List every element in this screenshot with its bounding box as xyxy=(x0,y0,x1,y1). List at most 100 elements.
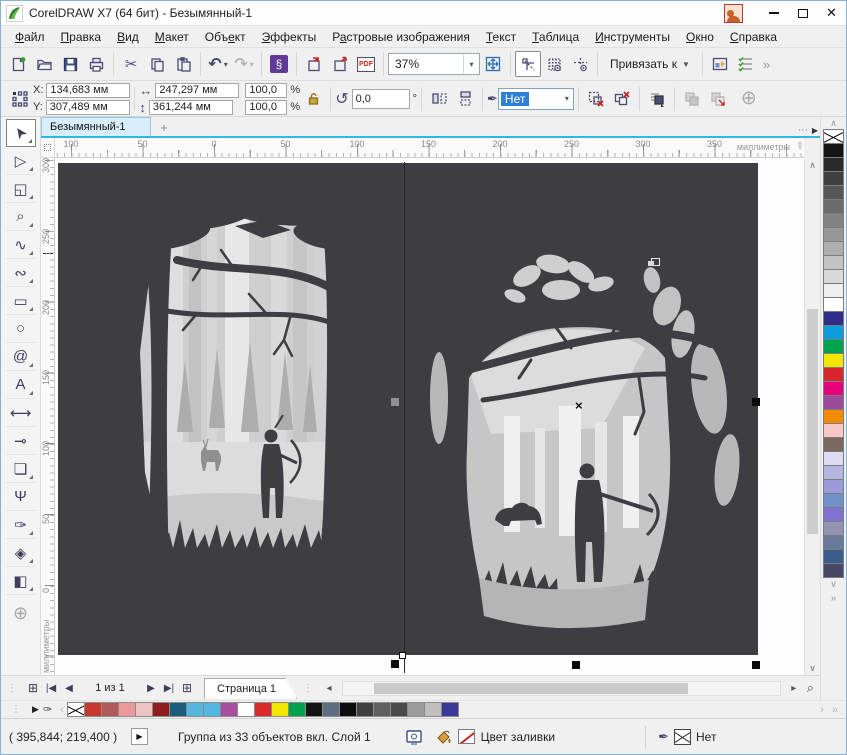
palette-color-swatch[interactable] xyxy=(823,437,844,452)
settings-list-icon[interactable] xyxy=(733,51,759,77)
fit-page-icon[interactable] xyxy=(480,51,506,77)
next-page-icon[interactable]: ▶ xyxy=(142,679,160,697)
smartfill-tool[interactable]: ◧ xyxy=(5,567,36,595)
transparency-tool[interactable]: Ψ xyxy=(5,483,36,511)
ungroup-all-icon[interactable] xyxy=(609,86,635,112)
tab-scroll-icon[interactable]: ▶ xyxy=(812,126,818,135)
vertical-scrollbar[interactable]: ∧ ∨ xyxy=(804,158,820,675)
app-launcher-icon[interactable]: § xyxy=(266,51,292,77)
polygon-tool[interactable]: @ xyxy=(5,343,36,371)
fill-tool[interactable]: ◈ xyxy=(5,539,36,567)
print-icon[interactable] xyxy=(83,51,109,77)
menu-item[interactable]: Объект xyxy=(197,28,254,46)
hscroll-right-icon[interactable]: ▸ xyxy=(785,679,803,697)
palette-color-swatch[interactable] xyxy=(823,311,844,326)
document-color-swatch[interactable] xyxy=(287,702,306,717)
paste-icon[interactable] xyxy=(170,51,196,77)
object-height-field[interactable]: 361,244 мм xyxy=(148,99,233,115)
options-icon[interactable] xyxy=(707,51,733,77)
outline-width-combobox[interactable]: Нет ▾ xyxy=(497,87,574,110)
maximize-button[interactable] xyxy=(788,1,817,25)
drawing-canvas[interactable]: × xyxy=(55,158,804,675)
zoom-tool[interactable]: ⌕ xyxy=(5,203,36,231)
document-color-swatch[interactable] xyxy=(406,702,425,717)
forest-artwork-left[interactable] xyxy=(85,170,401,640)
palette-color-swatch[interactable] xyxy=(823,423,844,438)
palette-color-swatch[interactable] xyxy=(823,479,844,494)
palette-color-swatch[interactable] xyxy=(823,325,844,340)
order-icon[interactable] xyxy=(644,86,670,112)
selection-handle-mid-right[interactable] xyxy=(752,398,760,406)
guideline-handle[interactable] xyxy=(399,652,406,659)
document-color-swatch[interactable] xyxy=(134,702,153,717)
document-color-swatch[interactable] xyxy=(168,702,187,717)
scale-y-field[interactable]: 100,0 xyxy=(245,99,288,115)
last-page-icon[interactable]: ▶| xyxy=(160,679,178,697)
document-color-swatch[interactable] xyxy=(202,702,221,717)
palette-color-swatch[interactable] xyxy=(823,563,844,578)
tab-overflow-icon[interactable]: ⋯ xyxy=(798,125,808,136)
save-icon[interactable] xyxy=(57,51,83,77)
selection-handle-bottom-right[interactable] xyxy=(752,661,760,669)
selection-handle-bottom-left[interactable] xyxy=(391,660,399,668)
vertical-guideline[interactable] xyxy=(404,162,405,673)
toolbar-overflow-icon[interactable]: » xyxy=(763,57,770,72)
show-grid-icon[interactable] xyxy=(541,51,567,77)
selection-handle-mid-left[interactable] xyxy=(391,398,399,406)
document-color-swatch[interactable] xyxy=(151,702,170,717)
open-icon[interactable] xyxy=(31,51,57,77)
palette-color-swatch[interactable] xyxy=(823,465,844,480)
prev-page-icon[interactable]: ◀ xyxy=(60,679,78,697)
snap-to-button[interactable]: Привязать к ▼ xyxy=(602,52,698,76)
ungroup-icon[interactable] xyxy=(583,86,609,112)
mirror-vertical-icon[interactable] xyxy=(452,86,478,112)
close-button[interactable]: ✕ xyxy=(817,1,846,25)
export-icon[interactable] xyxy=(327,51,353,77)
lock-ratio-icon[interactable] xyxy=(300,86,326,112)
selection-center-mark[interactable]: × xyxy=(575,399,583,412)
scale-x-field[interactable]: 100,0 xyxy=(245,82,288,98)
mirror-horizontal-icon[interactable] xyxy=(426,86,452,112)
document-tab[interactable]: Безымянный-1 xyxy=(41,117,151,136)
vertical-ruler[interactable]: миллиметры 300 250 200 150 100 50 0 xyxy=(41,158,55,675)
document-color-swatch[interactable] xyxy=(321,702,340,717)
docpal-expand-icon[interactable]: » xyxy=(832,704,838,716)
menu-item[interactable]: Текст xyxy=(478,28,524,46)
cut-icon[interactable]: ✂ xyxy=(118,51,144,77)
document-color-swatch[interactable] xyxy=(66,702,85,717)
menu-item[interactable]: Окно xyxy=(678,28,722,46)
docpal-scroll-left-icon[interactable]: ‹ xyxy=(60,704,64,716)
dimension-tool[interactable]: ⟷ xyxy=(5,399,36,427)
palette-color-swatch[interactable] xyxy=(823,409,844,424)
horizontal-scrollbar[interactable] xyxy=(342,680,781,696)
palette-color-swatch[interactable] xyxy=(823,213,844,228)
palette-color-swatch[interactable] xyxy=(823,297,844,312)
menu-item[interactable]: Инструменты xyxy=(587,28,678,46)
palette-color-swatch[interactable] xyxy=(823,521,844,536)
palette-color-swatch[interactable] xyxy=(823,227,844,242)
palette-color-swatch[interactable] xyxy=(823,507,844,522)
document-color-swatch[interactable] xyxy=(355,702,374,717)
document-color-swatch[interactable] xyxy=(117,702,136,717)
crop-tool[interactable]: ◱ xyxy=(5,175,36,203)
navigator-icon[interactable]: ⌕ xyxy=(807,680,814,696)
document-color-swatch[interactable] xyxy=(389,702,408,717)
palette-color-swatch[interactable] xyxy=(823,367,844,382)
menu-item[interactable]: Эффекты xyxy=(254,28,325,46)
document-color-swatch[interactable] xyxy=(423,702,442,717)
document-color-swatch[interactable] xyxy=(372,702,391,717)
document-color-swatch[interactable] xyxy=(253,702,272,717)
document-color-swatch[interactable] xyxy=(304,702,323,717)
menu-item[interactable]: Растровые изображения xyxy=(324,28,478,46)
menu-item[interactable]: Справка xyxy=(722,28,785,46)
bezier-tool[interactable]: ∾ xyxy=(5,259,36,287)
selection-handle-bottom-center[interactable] xyxy=(572,661,580,669)
customize-plus-icon[interactable]: ⊕ xyxy=(741,87,757,110)
palette-color-swatch[interactable] xyxy=(823,395,844,410)
freehand-tool[interactable]: ∿ xyxy=(5,231,36,259)
text-tool[interactable]: А xyxy=(5,371,36,399)
document-color-swatch[interactable] xyxy=(440,702,459,717)
zoom-level-combobox[interactable]: 37% ▾ xyxy=(388,53,480,75)
menu-item[interactable]: Таблица xyxy=(524,28,587,46)
palette-color-swatch[interactable] xyxy=(823,143,844,158)
